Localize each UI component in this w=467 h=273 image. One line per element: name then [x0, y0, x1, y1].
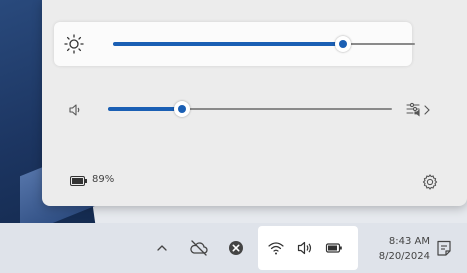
taskbar: 8:43 AM 8/20/2024 [0, 223, 467, 273]
volume-slider[interactable] [108, 101, 392, 117]
cloud-off-icon [190, 240, 208, 256]
brightness-slider-fill [113, 42, 343, 46]
gear-icon [422, 174, 438, 190]
audio-output-button[interactable] [402, 99, 438, 121]
audio-output-icon [406, 102, 430, 117]
notification-icon [437, 240, 451, 256]
app-tray-button[interactable] [224, 236, 248, 260]
battery-icon[interactable] [70, 176, 88, 186]
clock[interactable]: 8:43 AM 8/20/2024 [360, 234, 430, 264]
chevron-up-icon [157, 245, 167, 251]
onedrive-button[interactable] [187, 236, 211, 260]
settings-button[interactable] [418, 170, 442, 194]
speaker-icon [296, 239, 314, 257]
notification-center-button[interactable] [434, 238, 454, 258]
clock-date: 8/20/2024 [378, 251, 430, 262]
quick-settings-button[interactable] [258, 226, 358, 270]
battery-percent[interactable]: 89% [92, 174, 114, 185]
quick-settings-panel: 89% [42, 0, 467, 206]
desktop: 89% 8:43 AM 8/20/2024 [0, 0, 467, 273]
battery-icon [325, 239, 343, 257]
volume-slider-thumb[interactable] [173, 101, 190, 117]
volume-slider-fill [108, 107, 182, 111]
close-circle-icon [229, 241, 243, 255]
show-hidden-icons-button[interactable] [150, 236, 174, 260]
wifi-icon [267, 239, 285, 257]
brightness-slider-thumb[interactable] [334, 36, 351, 52]
volume-row [54, 90, 454, 130]
sun-icon [63, 33, 85, 55]
speaker-icon[interactable] [68, 103, 82, 117]
battery-row: 89% [42, 162, 467, 202]
brightness-slider[interactable] [113, 36, 415, 52]
clock-time: 8:43 AM [388, 236, 430, 247]
brightness-row [54, 22, 415, 66]
